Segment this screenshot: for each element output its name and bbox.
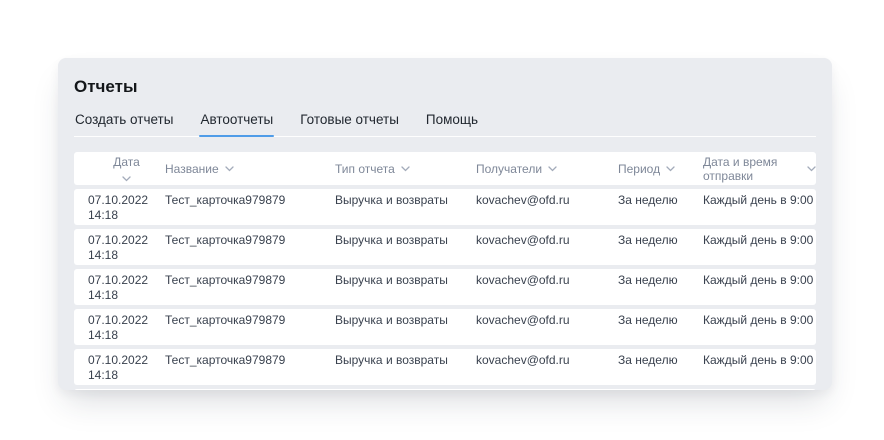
cell-name: Тест_карточка979879: [165, 353, 286, 367]
chevron-down-icon: [548, 166, 557, 172]
cell-recipients: kovachev@ofd.ru: [476, 313, 570, 327]
cell-name: Тест_карточка979879: [165, 233, 286, 247]
cell-name: Тест_карточка979879: [165, 273, 286, 287]
tab-create-reports[interactable]: Создать отчеты: [74, 112, 174, 136]
cell-recipients: kovachev@ofd.ru: [476, 233, 570, 247]
time-value: 14:18: [88, 368, 119, 382]
chevron-down-icon: [807, 166, 816, 172]
cell-report-type: Выручка и возвраты: [335, 273, 448, 287]
cell-name: Тест_карточка979879: [165, 313, 286, 327]
column-header-recipients[interactable]: Получатели: [476, 162, 618, 176]
cell-date: 07.10.2022 14:18: [88, 193, 165, 223]
date-value: 07.10.2022: [88, 273, 149, 287]
cell-date: 07.10.2022 14:18: [88, 273, 165, 303]
cell-period: За неделю: [618, 353, 678, 367]
table-row[interactable]: 07.10.2022 14:18 Тест_карточка979879 Выр…: [74, 189, 816, 225]
cell-report-type: Выручка и возвраты: [335, 353, 448, 367]
page-background: Отчеты Создать отчеты Автоотчеты Готовые…: [0, 0, 884, 440]
tabs-bar: Создать отчеты Автоотчеты Готовые отчеты…: [74, 112, 816, 137]
page-title: Отчеты: [74, 77, 138, 96]
column-header-label: Тип отчета: [335, 161, 395, 176]
cell-report-type: Выручка и возвраты: [335, 233, 448, 247]
date-value: 07.10.2022: [88, 313, 149, 327]
cell-send-datetime: Каждый день в 9:00: [703, 233, 814, 247]
cell-period: За неделю: [618, 273, 678, 287]
table-row[interactable]: 07.10.2022 14:18 Тест_карточка979879 Выр…: [74, 349, 816, 385]
chevron-down-icon: [401, 166, 410, 172]
cell-recipients: kovachev@ofd.ru: [476, 353, 570, 367]
cell-date: 07.10.2022 14:18: [88, 233, 165, 263]
column-header-report-type[interactable]: Тип отчета: [335, 162, 476, 176]
cell-period: За неделю: [618, 313, 678, 327]
tab-ready-reports[interactable]: Готовые отчеты: [299, 112, 400, 136]
time-value: 14:18: [88, 208, 119, 222]
tab-autoreports[interactable]: Автоотчеты: [199, 112, 275, 137]
date-value: 07.10.2022: [88, 233, 149, 247]
cell-recipients: kovachev@ofd.ru: [476, 193, 570, 207]
column-header-date[interactable]: Дата: [88, 155, 165, 182]
column-header-name[interactable]: Название: [165, 162, 335, 176]
column-header-label: Дата и время отправки: [703, 154, 778, 183]
cell-name: Тест_карточка979879: [165, 193, 286, 207]
cell-send-datetime: Каждый день в 9:00: [703, 353, 814, 367]
chevron-down-icon: [224, 166, 234, 172]
column-header-label: Получатели: [476, 161, 543, 176]
cell-period: За неделю: [618, 233, 678, 247]
table-row[interactable]: 07.10.2022 14:18 Тест_карточка979879 Выр…: [74, 269, 816, 305]
cell-send-datetime: Каждый день в 9:00: [703, 273, 814, 287]
tab-help[interactable]: Помощь: [425, 112, 479, 136]
reports-card: Отчеты Создать отчеты Автоотчеты Готовые…: [58, 58, 832, 390]
column-header-label: Дата: [113, 155, 140, 169]
time-value: 14:18: [88, 248, 119, 262]
cell-recipients: kovachev@ofd.ru: [476, 273, 570, 287]
table-row[interactable]: 07.10.2022 14:18 Тест_карточка979879 Выр…: [74, 389, 816, 390]
chevron-down-icon: [666, 166, 675, 172]
cell-date: 07.10.2022 14:18: [88, 313, 165, 343]
time-value: 14:18: [88, 328, 119, 342]
reports-table: Дата Название Тип отчета Получатели Пери…: [74, 152, 816, 390]
cell-report-type: Выручка и возвраты: [335, 193, 448, 207]
time-value: 14:18: [88, 288, 119, 302]
chevron-down-icon: [122, 176, 131, 182]
column-header-send-datetime[interactable]: Дата и время отправки: [703, 155, 816, 183]
cell-period: За неделю: [618, 193, 678, 207]
date-value: 07.10.2022: [88, 353, 149, 367]
cell-send-datetime: Каждый день в 9:00: [703, 193, 814, 207]
table-row[interactable]: 07.10.2022 14:18 Тест_карточка979879 Выр…: [74, 309, 816, 345]
table-header-row: Дата Название Тип отчета Получатели Пери…: [74, 152, 816, 185]
column-header-period[interactable]: Период: [618, 162, 703, 176]
column-header-label: Название: [165, 161, 219, 176]
cell-date: 07.10.2022 14:18: [88, 353, 165, 383]
column-header-label: Период: [618, 161, 661, 176]
cell-report-type: Выручка и возвраты: [335, 313, 448, 327]
table-row[interactable]: 07.10.2022 14:18 Тест_карточка979879 Выр…: [74, 229, 816, 265]
date-value: 07.10.2022: [88, 193, 149, 207]
cell-send-datetime: Каждый день в 9:00: [703, 313, 814, 327]
